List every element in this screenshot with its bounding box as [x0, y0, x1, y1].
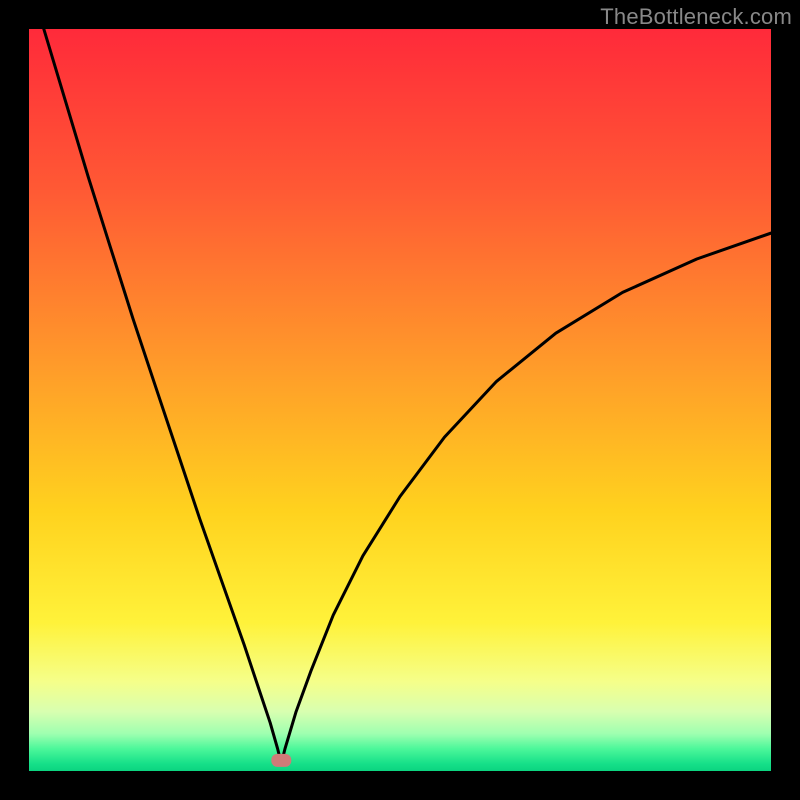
chart-frame [29, 29, 771, 771]
optimum-marker [271, 754, 291, 767]
bottleneck-chart [29, 29, 771, 771]
gradient-fill [29, 29, 771, 771]
watermark-text: TheBottleneck.com [600, 4, 792, 30]
